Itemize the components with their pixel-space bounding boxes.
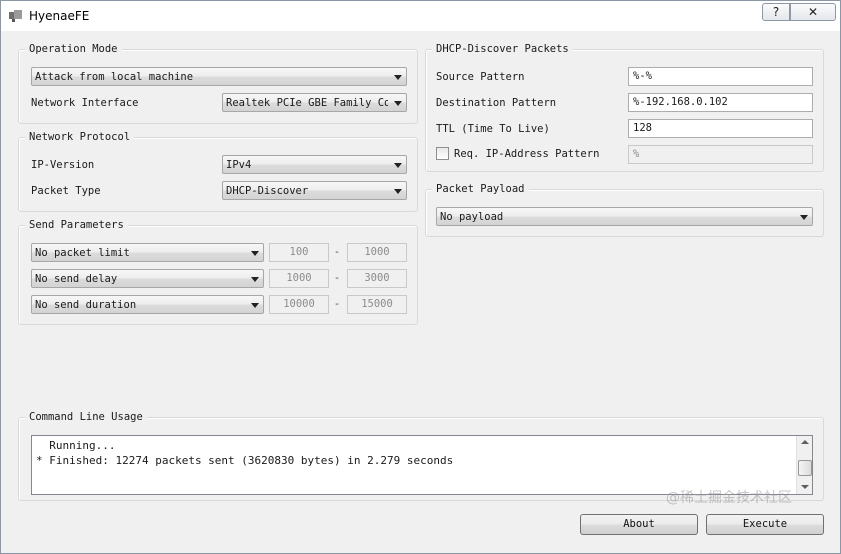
chevron-down-icon — [800, 215, 808, 220]
network-protocol-title: Network Protocol — [25, 130, 135, 144]
client-area: Operation Mode Attack from local machine… — [8, 31, 834, 548]
ip-version-select[interactable]: IPv4 — [222, 155, 407, 174]
packet-payload-title: Packet Payload — [432, 182, 529, 196]
ip-version-value: IPv4 — [226, 159, 252, 171]
range-separator: - — [333, 298, 341, 310]
chevron-down-icon — [394, 163, 402, 168]
close-icon: ✕ — [807, 5, 819, 19]
chevron-down-icon — [394, 75, 402, 80]
about-button[interactable]: About — [580, 514, 698, 535]
packet-payload-value: No payload — [440, 211, 504, 223]
app-window: HyenaeFE ? ✕ Operation Mode Attack from … — [0, 0, 841, 554]
destination-pattern-field[interactable]: %-192.168.0.102 — [628, 93, 813, 112]
network-protocol-group: Network Protocol IP-Version IPv4 Packet … — [18, 130, 418, 212]
operation-mode-value: Attack from local machine — [35, 71, 194, 83]
send-parameters-title: Send Parameters — [25, 218, 128, 232]
send-parameters-group: Send Parameters No packet limit 100 - 10… — [18, 218, 418, 325]
network-interface-value: Realtek PCIe GBE Family Con — [226, 97, 388, 109]
operation-mode-title: Operation Mode — [25, 42, 122, 56]
execute-button[interactable]: Execute — [706, 514, 824, 535]
scroll-down-icon[interactable] — [797, 480, 813, 494]
ttl-label: TTL (Time To Live) — [436, 123, 550, 135]
packet-limit-max-field[interactable]: 1000 — [347, 243, 407, 262]
network-interface-label: Network Interface — [31, 97, 139, 109]
packet-type-label: Packet Type — [31, 185, 101, 197]
packet-limit-select[interactable]: No packet limit — [31, 243, 264, 262]
range-separator: - — [333, 246, 341, 258]
dhcp-discover-title: DHCP-Discover Packets — [432, 42, 573, 56]
send-duration-max-field[interactable]: 15000 — [347, 295, 407, 314]
packet-limit-min-field[interactable]: 100 — [269, 243, 329, 262]
scroll-thumb[interactable] — [798, 460, 812, 476]
chevron-down-icon — [251, 303, 259, 308]
window-title: HyenaeFE — [29, 9, 90, 23]
chevron-down-icon — [251, 277, 259, 282]
send-duration-select[interactable]: No send duration — [31, 295, 264, 314]
req-ip-field[interactable]: % — [628, 145, 813, 164]
chevron-down-icon — [251, 251, 259, 256]
range-separator: - — [333, 272, 341, 284]
packet-payload-select[interactable]: No payload — [436, 207, 813, 226]
vertical-scrollbar[interactable] — [796, 436, 812, 494]
network-interface-select[interactable]: Realtek PCIe GBE Family Con — [222, 93, 407, 112]
send-delay-max-field[interactable]: 3000 — [347, 269, 407, 288]
send-delay-value: No send delay — [35, 273, 118, 285]
command-output-text: Running... * Finished: 12274 packets sen… — [36, 439, 454, 467]
title-bar[interactable]: HyenaeFE ? ✕ — [1, 1, 840, 31]
dhcp-discover-group: DHCP-Discover Packets Source Pattern %-%… — [425, 42, 824, 172]
operation-mode-group: Operation Mode Attack from local machine… — [18, 42, 418, 124]
send-delay-min-field[interactable]: 1000 — [269, 269, 329, 288]
req-ip-checkbox[interactable] — [436, 147, 449, 160]
send-duration-value: No send duration — [35, 299, 137, 311]
ip-version-label: IP-Version — [31, 159, 95, 171]
chevron-down-icon — [394, 189, 402, 194]
packet-type-value: DHCP-Discover — [226, 185, 309, 197]
source-pattern-field[interactable]: %-% — [628, 67, 813, 86]
send-duration-min-field[interactable]: 10000 — [269, 295, 329, 314]
command-line-title: Command Line Usage — [25, 410, 147, 424]
chevron-down-icon — [394, 101, 402, 106]
source-pattern-label: Source Pattern — [436, 71, 525, 83]
ttl-field[interactable]: 128 — [628, 119, 813, 138]
scroll-up-icon[interactable] — [797, 436, 813, 450]
packet-payload-group: Packet Payload No payload — [425, 182, 824, 237]
app-icon — [9, 10, 22, 22]
packet-type-select[interactable]: DHCP-Discover — [222, 181, 407, 200]
req-ip-label: Req. IP-Address Pattern — [454, 148, 600, 160]
command-output[interactable]: Running... * Finished: 12274 packets sen… — [31, 435, 813, 495]
help-button[interactable]: ? — [762, 3, 790, 21]
packet-limit-value: No packet limit — [35, 247, 130, 259]
destination-pattern-label: Destination Pattern — [436, 97, 557, 109]
close-button[interactable]: ✕ — [790, 3, 836, 21]
send-delay-select[interactable]: No send delay — [31, 269, 264, 288]
operation-mode-select[interactable]: Attack from local machine — [31, 67, 407, 86]
